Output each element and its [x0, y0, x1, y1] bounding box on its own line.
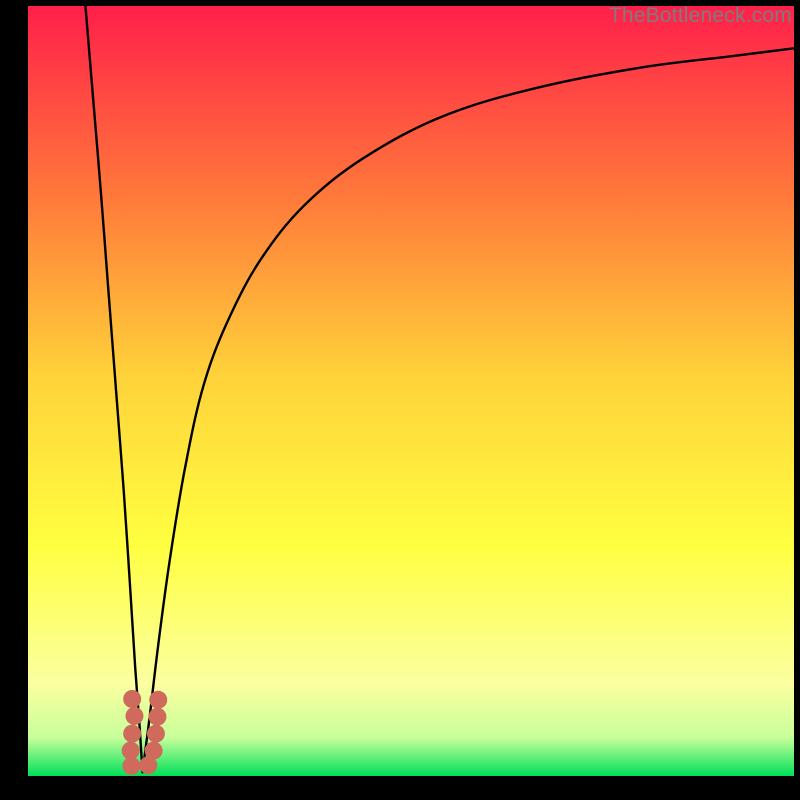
data-marker: [147, 725, 165, 743]
data-marker: [122, 742, 140, 760]
bottleneck-chart: [28, 6, 794, 776]
data-marker: [122, 757, 140, 775]
gradient-background: [28, 6, 794, 776]
watermark-text: TheBottleneck.com: [609, 4, 792, 28]
data-marker: [123, 725, 141, 743]
data-marker: [123, 690, 141, 708]
data-marker: [148, 708, 166, 726]
data-marker: [145, 742, 163, 760]
data-marker: [125, 707, 143, 725]
chart-frame: [28, 6, 794, 776]
data-marker: [149, 691, 167, 709]
